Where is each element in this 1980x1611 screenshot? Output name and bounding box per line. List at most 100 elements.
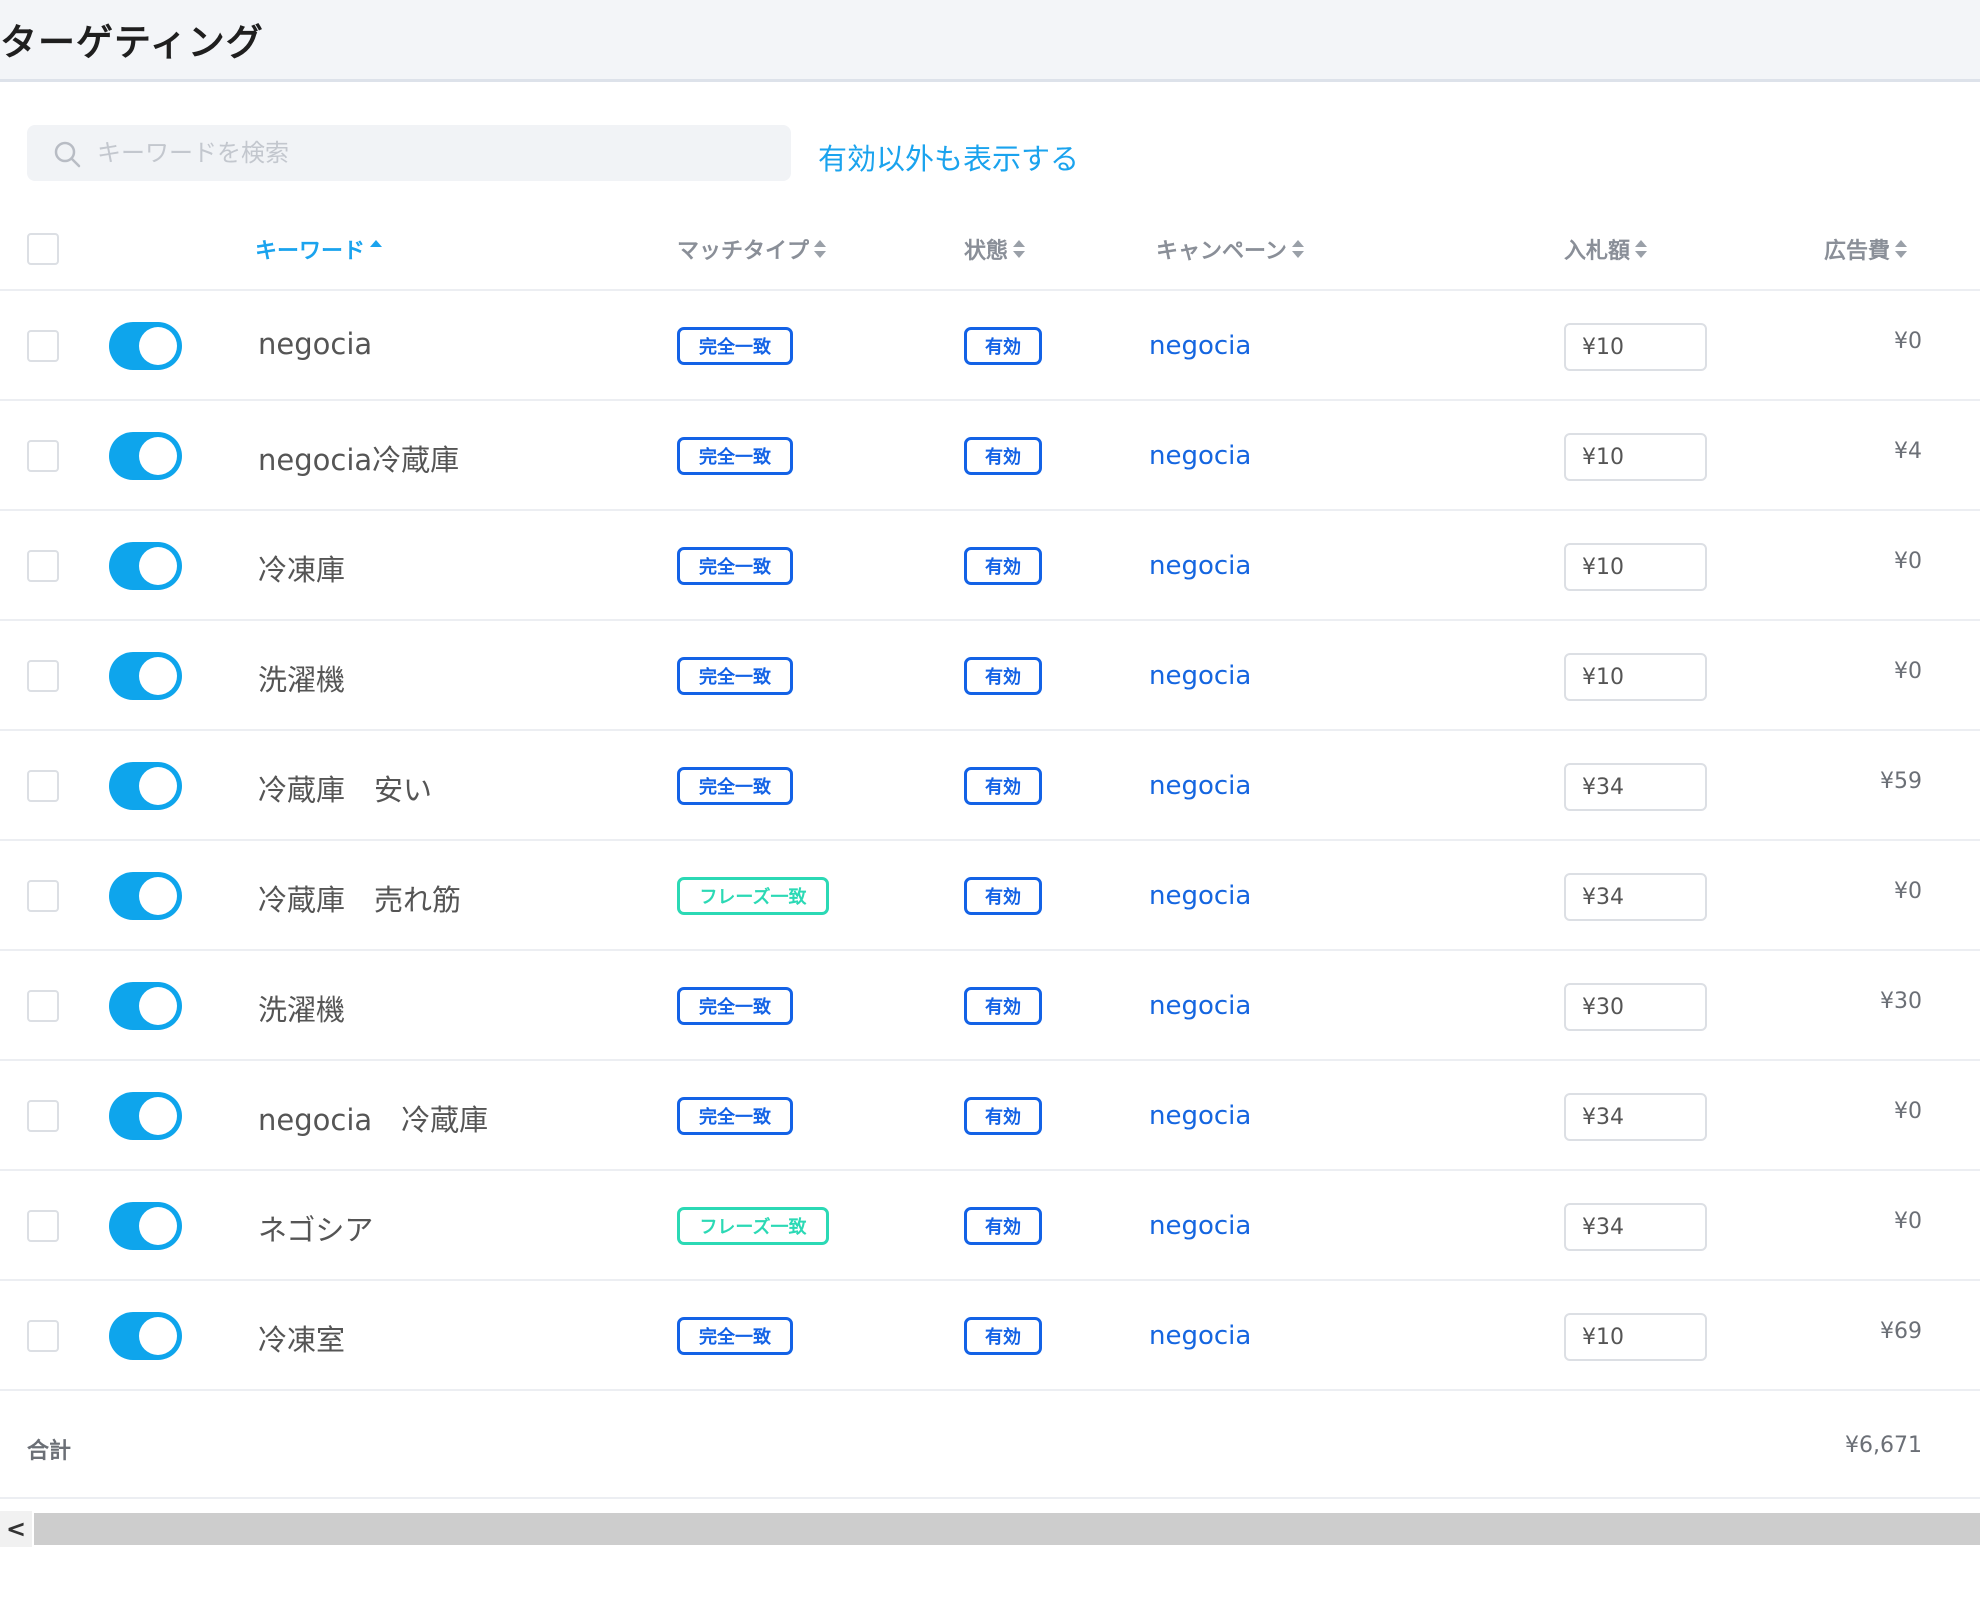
bid-input[interactable]	[1564, 433, 1707, 481]
bid-input[interactable]	[1564, 1313, 1707, 1361]
campaign-link[interactable]: negocia	[1149, 661, 1251, 691]
table-body: negocia 完全一致 有効 negocia ¥0 negocia冷蔵庫 完全…	[0, 291, 1980, 1391]
toggle-knob	[139, 877, 177, 915]
enable-toggle[interactable]	[109, 1092, 182, 1140]
campaign-link[interactable]: negocia	[1149, 331, 1251, 361]
row-checkbox[interactable]	[27, 1320, 59, 1352]
horizontal-scrollbar[interactable]: <	[0, 1511, 1980, 1547]
column-header-keyword[interactable]: キーワード	[255, 233, 383, 265]
row-checkbox[interactable]	[27, 990, 59, 1022]
table-header: キーワード マッチタイプ 状態 キャンペーン 入札額 広告費	[0, 207, 1980, 291]
enable-toggle[interactable]	[109, 322, 182, 370]
match-type-badge: フレーズ一致	[677, 1207, 829, 1245]
enable-toggle[interactable]	[109, 1202, 182, 1250]
table-row: 冷蔵庫 安い 完全一致 有効 negocia ¥59	[0, 731, 1980, 841]
row-checkbox[interactable]	[27, 440, 59, 472]
column-header-status[interactable]: 状態	[964, 233, 1026, 265]
select-all-checkbox[interactable]	[27, 233, 59, 265]
show-all-link[interactable]: 有効以外も表示する	[818, 136, 1079, 178]
column-header-ad-cost[interactable]: 広告費	[1824, 233, 1908, 265]
search-box[interactable]	[27, 125, 791, 181]
bid-input[interactable]	[1564, 983, 1707, 1031]
table-row: 洗濯機 完全一致 有効 negocia ¥30	[0, 951, 1980, 1061]
keyword-cell: 冷蔵庫 売れ筋	[258, 883, 462, 917]
scroll-left-button[interactable]: <	[0, 1511, 32, 1547]
campaign-link[interactable]: negocia	[1149, 1101, 1251, 1131]
enable-toggle[interactable]	[109, 1312, 182, 1360]
column-header-status-label: 状態	[964, 239, 1009, 264]
toggle-knob	[139, 657, 177, 695]
enable-toggle[interactable]	[109, 432, 182, 480]
keyword-cell: 冷凍庫	[258, 553, 346, 587]
sort-icon	[1291, 238, 1305, 260]
keyword-table: キーワード マッチタイプ 状態 キャンペーン 入札額 広告費 negocia 完…	[0, 207, 1980, 1499]
keyword-cell: 洗濯機	[258, 993, 346, 1027]
enable-toggle[interactable]	[109, 652, 182, 700]
toggle-knob	[139, 1317, 177, 1355]
search-input[interactable]	[97, 133, 777, 173]
page-header: ターゲティング	[0, 0, 1980, 82]
bid-input[interactable]	[1564, 1093, 1707, 1141]
ad-cost-cell: ¥30	[1880, 989, 1922, 1014]
match-type-badge: 完全一致	[677, 657, 793, 695]
table-row: 洗濯機 完全一致 有効 negocia ¥0	[0, 621, 1980, 731]
row-checkbox[interactable]	[27, 550, 59, 582]
enable-toggle[interactable]	[109, 872, 182, 920]
column-header-campaign[interactable]: キャンペーン	[1156, 233, 1305, 265]
total-label: 合計	[27, 1439, 72, 1464]
match-type-badge: 完全一致	[677, 547, 793, 585]
enable-toggle[interactable]	[109, 982, 182, 1030]
enable-toggle[interactable]	[109, 762, 182, 810]
row-checkbox[interactable]	[27, 1210, 59, 1242]
sort-icon	[1894, 238, 1908, 260]
bid-input[interactable]	[1564, 323, 1707, 371]
campaign-link[interactable]: negocia	[1149, 551, 1251, 581]
row-checkbox[interactable]	[27, 330, 59, 362]
table-row: ネゴシア フレーズ一致 有効 negocia ¥0	[0, 1171, 1980, 1281]
table-row: negocia 冷蔵庫 完全一致 有効 negocia ¥0	[0, 1061, 1980, 1171]
toggle-knob	[139, 987, 177, 1025]
column-header-ad-cost-label: 広告費	[1824, 239, 1891, 264]
match-type-badge: 完全一致	[677, 987, 793, 1025]
bid-input[interactable]	[1564, 873, 1707, 921]
bid-input[interactable]	[1564, 653, 1707, 701]
scroll-thumb[interactable]	[34, 1513, 1980, 1545]
table-row: negocia 完全一致 有効 negocia ¥0	[0, 291, 1980, 401]
status-badge: 有効	[964, 1317, 1042, 1355]
column-header-bid[interactable]: 入札額	[1564, 233, 1648, 265]
campaign-link[interactable]: negocia	[1149, 771, 1251, 801]
row-checkbox[interactable]	[27, 1100, 59, 1132]
match-type-badge: 完全一致	[677, 1097, 793, 1135]
campaign-link[interactable]: negocia	[1149, 991, 1251, 1021]
status-badge: 有効	[964, 327, 1042, 365]
match-type-badge: 完全一致	[677, 327, 793, 365]
ad-cost-cell: ¥0	[1894, 329, 1922, 354]
row-checkbox[interactable]	[27, 880, 59, 912]
bid-input[interactable]	[1564, 1203, 1707, 1251]
table-row: 冷凍室 完全一致 有効 negocia ¥69	[0, 1281, 1980, 1391]
row-checkbox[interactable]	[27, 660, 59, 692]
campaign-link[interactable]: negocia	[1149, 881, 1251, 911]
campaign-link[interactable]: negocia	[1149, 1321, 1251, 1351]
status-badge: 有効	[964, 1207, 1042, 1245]
campaign-link[interactable]: negocia	[1149, 1211, 1251, 1241]
column-header-match-type[interactable]: マッチタイプ	[677, 233, 827, 265]
status-badge: 有効	[964, 547, 1042, 585]
ad-cost-cell: ¥69	[1880, 1319, 1922, 1344]
keyword-cell: negocia 冷蔵庫	[258, 1103, 489, 1137]
total-row: 合計 ¥6,671	[0, 1391, 1980, 1499]
bid-input[interactable]	[1564, 763, 1707, 811]
column-header-match-type-label: マッチタイプ	[677, 239, 810, 264]
toggle-knob	[139, 1207, 177, 1245]
campaign-link[interactable]: negocia	[1149, 441, 1251, 471]
ad-cost-cell: ¥0	[1894, 659, 1922, 684]
bid-input[interactable]	[1564, 543, 1707, 591]
match-type-badge: 完全一致	[677, 1317, 793, 1355]
status-badge: 有効	[964, 877, 1042, 915]
table-row: 冷凍庫 完全一致 有効 negocia ¥0	[0, 511, 1980, 621]
ad-cost-cell: ¥0	[1894, 549, 1922, 574]
keyword-cell: 冷凍室	[258, 1323, 346, 1357]
enable-toggle[interactable]	[109, 542, 182, 590]
row-checkbox[interactable]	[27, 770, 59, 802]
ad-cost-cell: ¥59	[1880, 769, 1922, 794]
